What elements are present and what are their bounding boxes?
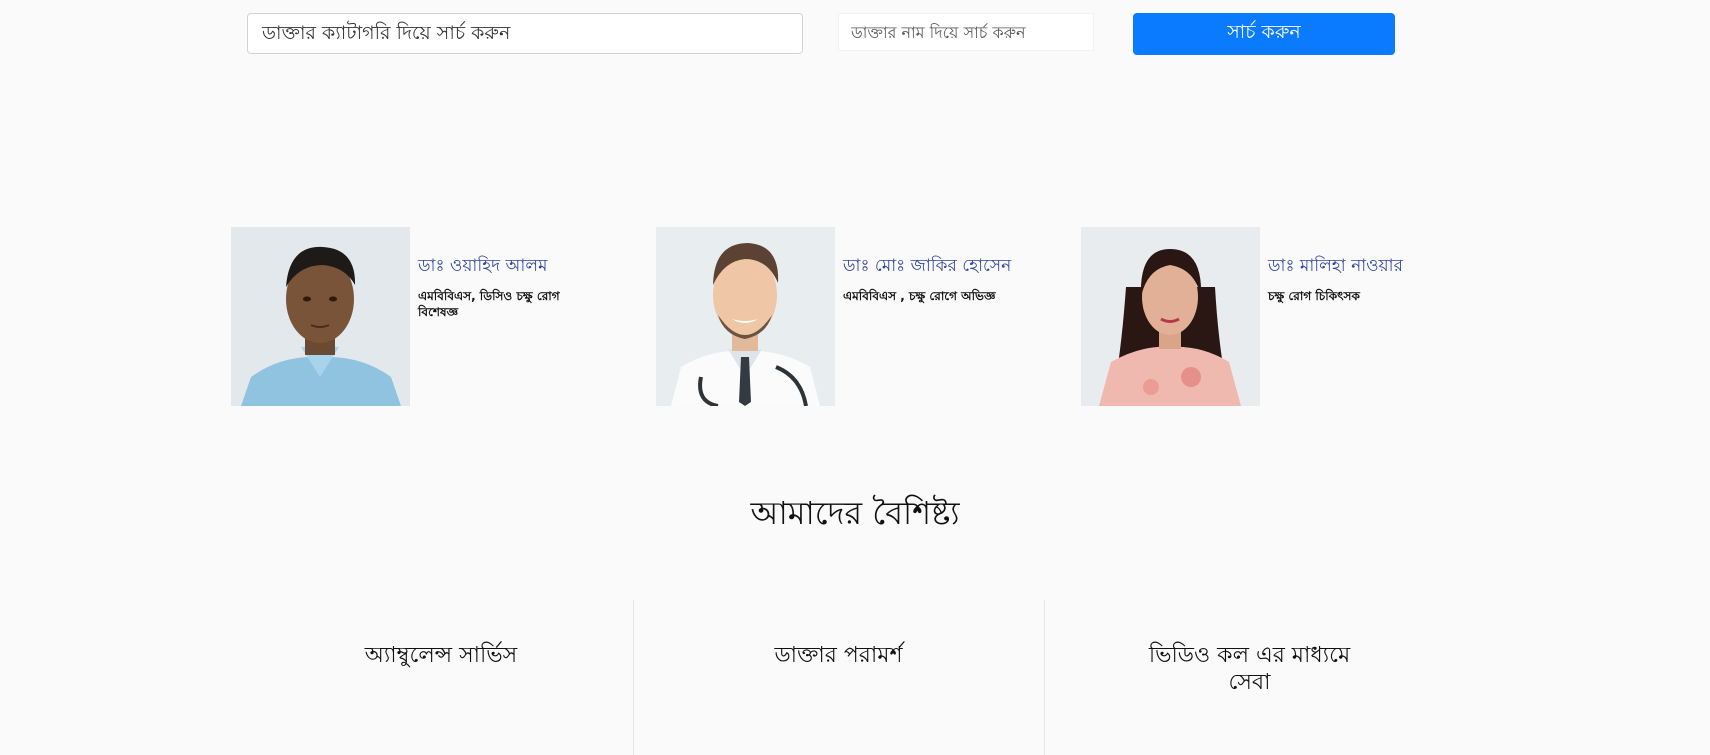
doctor-search-bar: ডাক্তার ক্যাটাগরি দিয়ে সার্চ করুন সার্চ… [0, 13, 1710, 55]
feature-item: ডাক্তার পরামর্শ [633, 600, 1043, 755]
feature-item: অ্যাম্বুলেন্স সার্ভিস [236, 600, 646, 755]
doctor-degree: চক্ষু রোগ চিকিৎসক [1268, 289, 1360, 303]
feature-title: অ্যাম্বুলেন্স সার্ভিস [364, 643, 518, 668]
doctor-card[interactable]: ডাঃ ওয়াহিদ আলম এমবিবিএস, ডিসিও চক্ষু রো… [231, 227, 651, 407]
feature-title: ভিডিও কল এর মাধ্যমে সেবা [1148, 643, 1351, 695]
doctor-name[interactable]: ডাঃ ওয়াহিদ আলম [418, 253, 547, 281]
doctor-photo [1081, 227, 1260, 406]
feature-item: ভিডিও কল এর মাধ্যমে সেবা [1044, 600, 1454, 755]
search-button[interactable]: সার্চ করুন [1133, 13, 1395, 55]
doctor-name[interactable]: ডাঃ মালিহা নাওয়ার [1268, 253, 1403, 281]
doctor-name[interactable]: ডাঃ মোঃ জাকির হোসেন [843, 253, 1011, 281]
doctor-degree: এমবিবিএস , চক্ষু রোগে অভিজ্ঞ [843, 289, 996, 303]
category-search-select[interactable]: ডাক্তার ক্যাটাগরি দিয়ে সার্চ করুন [247, 13, 803, 54]
doctor-name-search-input[interactable] [838, 13, 1094, 51]
doctor-photo [656, 227, 835, 406]
feature-title: ডাক্তার পরামর্শ [774, 643, 903, 668]
doctor-photo [231, 227, 410, 406]
doctor-card[interactable]: ডাঃ মালিহা নাওয়ার চক্ষু রোগ চিকিৎসক [1081, 227, 1501, 407]
doctor-card[interactable]: ডাঃ মোঃ জাকির হোসেন এমবিবিএস , চক্ষু রোগ… [656, 227, 1076, 407]
features-title: আমাদের বৈশিষ্ট্য [750, 494, 960, 532]
doctor-degree: এমবিবিএস, ডিসিও চক্ষু রোগ বিশেষজ্ঞ [418, 289, 560, 319]
